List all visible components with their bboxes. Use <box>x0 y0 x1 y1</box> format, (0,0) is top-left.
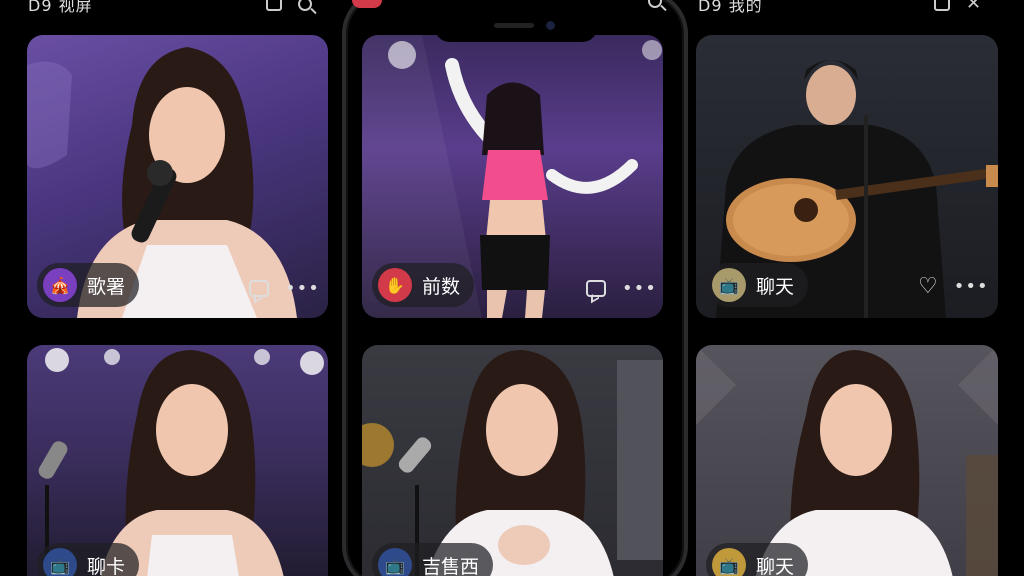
card-actions: ••• <box>249 279 320 297</box>
category-badge[interactable]: 🎪 歌署 <box>37 263 140 307</box>
column-title: D9 我的 <box>698 0 763 15</box>
tv-icon: 📺 <box>378 548 412 576</box>
column-header-left: D9 视屏 <box>28 0 328 15</box>
more-icon[interactable]: ••• <box>954 278 989 296</box>
speaker-grill <box>494 23 534 28</box>
tv-icon: 📺 <box>43 548 77 576</box>
video-card[interactable]: 📺 聊天 ♡ ••• <box>696 35 998 318</box>
column-header-right: D9 我的 ✕ <box>698 0 998 15</box>
dance-icon: ✋ <box>378 268 412 302</box>
stage-icon: 🎪 <box>43 268 77 302</box>
search-icon[interactable] <box>298 0 312 11</box>
video-card[interactable]: 🎪 歌署 ••• <box>27 35 328 318</box>
video-card[interactable]: ✋ 前数 ••• <box>362 35 663 318</box>
category-badge[interactable]: 📺 聊天 <box>706 543 809 576</box>
category-label: 聊卡 <box>87 555 126 576</box>
card-actions: ••• <box>586 279 657 297</box>
singer-photo <box>38 348 324 576</box>
phone-notch <box>434 16 598 42</box>
category-label: 聊天 <box>756 555 795 576</box>
category-label: 聊天 <box>756 275 795 298</box>
video-card[interactable]: 📺 聊天 <box>696 345 998 576</box>
more-icon[interactable]: ••• <box>285 279 320 297</box>
category-badge[interactable]: 📺 吉售西 <box>372 543 494 576</box>
video-card[interactable]: 📺 聊卡 <box>27 345 328 576</box>
camera-dot <box>546 21 555 30</box>
tv-icon: 📺 <box>712 548 746 576</box>
comment-icon[interactable] <box>249 280 269 297</box>
heart-icon[interactable]: ♡ <box>918 276 938 298</box>
phone-top-icon <box>352 0 382 8</box>
comment-icon[interactable] <box>586 280 606 297</box>
message-icon[interactable] <box>266 0 282 11</box>
column-title: D9 视屏 <box>28 0 93 15</box>
message-icon[interactable] <box>934 0 950 11</box>
category-badge[interactable]: ✋ 前数 <box>372 263 475 307</box>
search-icon[interactable] <box>648 0 662 8</box>
tv-icon: 📺 <box>712 268 746 302</box>
category-label: 吉售西 <box>422 555 480 576</box>
more-icon[interactable]: ••• <box>622 279 657 297</box>
video-card[interactable]: 📺 吉售西 <box>362 345 663 576</box>
category-badge[interactable]: 📺 聊卡 <box>37 543 140 576</box>
category-badge[interactable]: 📺 聊天 <box>706 263 809 307</box>
singer-photo <box>362 350 663 576</box>
card-actions: ♡ ••• <box>918 276 989 298</box>
category-label: 歌署 <box>87 275 126 298</box>
singer-photo <box>696 345 998 576</box>
close-icon[interactable]: ✕ <box>966 0 981 13</box>
category-label: 前数 <box>422 275 461 298</box>
